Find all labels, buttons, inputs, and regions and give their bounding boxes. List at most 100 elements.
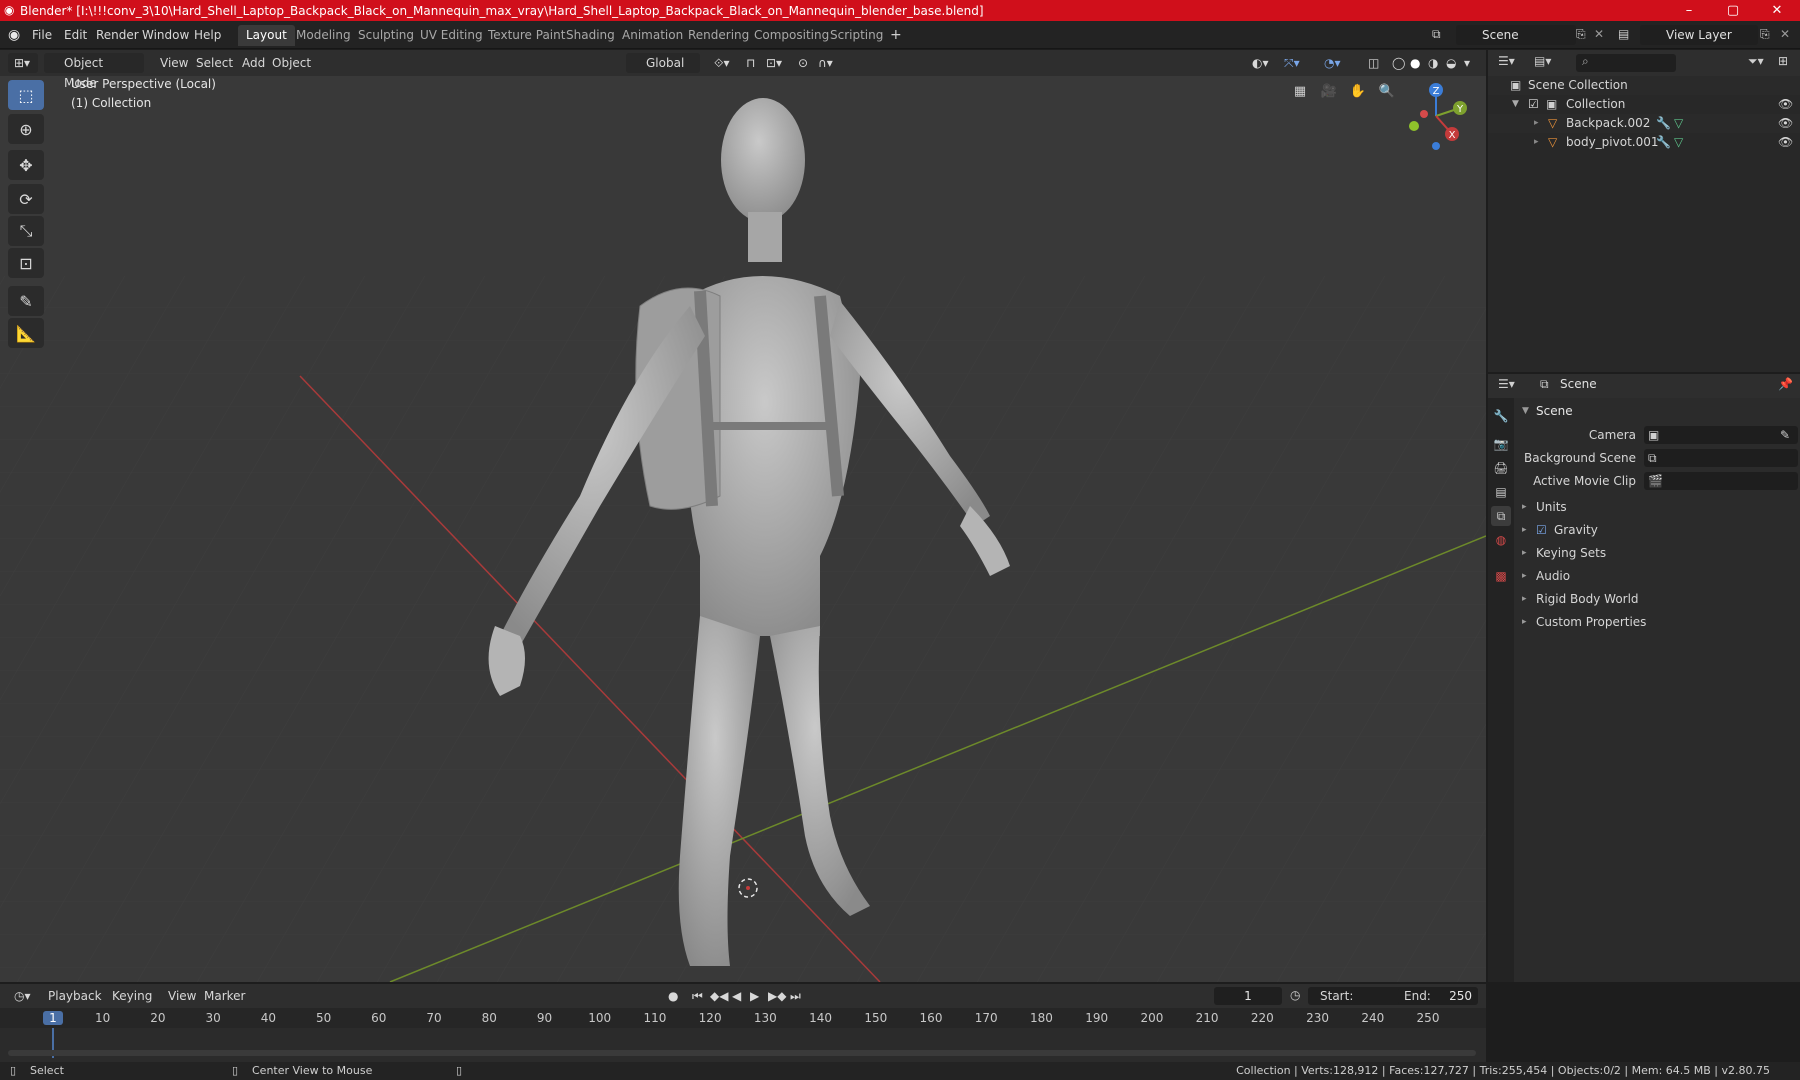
preview-range-icon[interactable]: ◷ [1290,988,1300,1002]
copy-view-layer-icon[interactable]: ⎘ [1760,27,1770,42]
outliner-row-collection[interactable]: ▼ ☑ ▣ Collection 👁 [1488,95,1800,114]
rigid-body-world-panel-header[interactable]: ▸ Rigid Body World [1514,588,1800,610]
new-collection-icon[interactable]: ⊞ [1778,54,1788,68]
menu-file[interactable]: File [28,26,56,44]
outliner-row-object[interactable]: ▸ ▽ Backpack.002 🔧 ▽ 👁 [1488,114,1800,133]
backpack-visibility-icon[interactable]: 👁 [1778,114,1793,133]
record-button-icon[interactable]: ● [662,986,684,1006]
view-layer-tab-icon[interactable]: ▤ [1491,482,1511,502]
maximize-button[interactable]: ▢ [1710,0,1756,21]
snap-icon[interactable]: ⊓ [740,53,761,73]
outliner-filter-icon[interactable]: ⏷▾ [1748,54,1764,69]
scene-selector[interactable]: Scene [1456,25,1576,45]
timeline-menu-marker[interactable]: Marker [198,986,251,1006]
collection-checkbox[interactable]: ☑ [1528,95,1539,114]
minimize-button[interactable]: – [1666,0,1712,21]
gizmo-neg-x[interactable] [1420,110,1428,118]
timeline-scrollbar[interactable] [8,1050,1476,1056]
view-layer-selector[interactable]: View Layer [1640,25,1758,45]
scene-panel-header[interactable]: ▼ Scene [1514,400,1800,422]
cursor-tool-icon[interactable]: ⊕ [8,114,44,144]
editor-type-icon[interactable]: ⊞▾ [8,53,38,73]
viewport-scene-canvas[interactable] [0,76,1486,982]
viewport-menu-object[interactable]: Object [266,53,317,73]
tab-uv-editing[interactable]: UV Editing [412,25,491,46]
transform-orientation-dropdown[interactable]: Global [626,53,700,73]
delete-view-layer-icon[interactable]: ✕ [1780,27,1790,41]
tab-layout[interactable]: Layout [238,25,295,46]
collection-expand-icon[interactable]: ▼ [1512,95,1519,114]
texture-tab-icon[interactable]: ▩ [1491,566,1511,586]
keying-sets-panel-header[interactable]: ▸ Keying Sets [1514,542,1800,564]
gizmo-neg-y[interactable] [1409,121,1419,131]
scale-tool-icon[interactable]: ⤡ [8,216,44,246]
shading-options-icon[interactable]: ▾ [1458,53,1476,73]
outliner-display-mode-icon[interactable]: ▤▾ [1534,54,1551,68]
camera-field[interactable] [1644,426,1798,444]
xray-icon[interactable]: ◫ [1362,53,1385,73]
body-visibility-icon[interactable]: 👁 [1778,133,1793,152]
gizmo-toggle-icon[interactable]: ⤧▾ [1278,53,1306,73]
proportional-edit-icon[interactable]: ⊙ [792,53,814,73]
copy-scene-icon[interactable]: ⎘ [1576,27,1586,42]
viewport-menu-select[interactable]: Select [190,53,239,73]
viewport-menu-view[interactable]: View [154,53,194,73]
outliner-search-input[interactable] [1576,54,1676,72]
tab-scripting[interactable]: Scripting [822,25,891,46]
toggle-ortho-icon[interactable]: ▦ [1288,79,1312,103]
view-layer-icon[interactable]: ▤ [1618,27,1629,41]
menu-edit[interactable]: Edit [60,26,91,44]
annotate-tool-icon[interactable]: ✎ [8,286,44,316]
add-workspace-button[interactable]: + [882,25,910,46]
navigation-gizmo[interactable]: Z Y X [1396,76,1476,156]
render-tab-icon[interactable]: 📷 [1491,434,1511,454]
gizmo-neg-z[interactable] [1432,142,1440,150]
object-mode-dropdown[interactable]: Object Mode [44,53,144,90]
timeline-menu-view[interactable]: View [162,986,202,1006]
falloff-icon[interactable]: ∩▾ [812,53,839,73]
collection-visibility-icon[interactable]: 👁 [1778,95,1793,114]
move-tool-icon[interactable]: ✥ [8,150,44,180]
active-movie-clip-field[interactable] [1644,472,1798,490]
tool-tab-icon[interactable]: 🔧 [1491,406,1511,426]
transform-tool-icon[interactable]: ⊡ [8,248,44,278]
gravity-panel-header[interactable]: ▸ ☑ Gravity [1514,519,1800,541]
timeline-menu-playback[interactable]: Playback [42,986,108,1006]
select-box-tool-icon[interactable]: ⬚ [8,80,44,110]
snap-target-icon[interactable]: ⊡▾ [760,53,788,73]
scene-tab-icon[interactable]: ⧉ [1491,506,1511,526]
properties-editor-type-icon[interactable]: ☰▾ [1498,377,1515,391]
rotate-tool-icon[interactable]: ⟳ [8,184,44,214]
viewport-3d[interactable]: ⊞▾ Object Mode View Select Add Object Gl… [0,50,1486,982]
body-expand-icon[interactable]: ▸ [1534,133,1539,152]
current-frame-field[interactable]: 1 [1214,987,1282,1005]
outliner-editor-type-icon[interactable]: ☰▾ [1498,54,1515,68]
timeline-menu-keying[interactable]: Keying [106,986,158,1006]
outliner-row-scene-collection[interactable]: ▣ Scene Collection [1488,76,1800,95]
world-tab-icon[interactable]: ◍ [1491,530,1511,550]
pivot-point-icon[interactable]: ⟐▾ [708,53,735,73]
delete-scene-icon[interactable]: ✕ [1594,27,1604,41]
output-tab-icon[interactable]: 🖨 [1491,458,1511,478]
menu-render[interactable]: Render [92,26,143,44]
visibility-icon[interactable]: ◐▾ [1246,53,1275,73]
custom-properties-panel-header[interactable]: ▸ Custom Properties [1514,611,1800,633]
backpack-expand-icon[interactable]: ▸ [1534,114,1539,133]
menu-window[interactable]: Window [138,26,193,44]
overlay-toggle-icon[interactable]: ◔▾ [1318,53,1347,73]
pan-view-icon[interactable]: ✋ [1346,79,1370,103]
scene-type-icon[interactable]: ⧉ [1432,27,1441,42]
measure-tool-icon[interactable]: 📐 [8,318,44,348]
eyedropper-icon[interactable]: ✎ [1780,424,1790,446]
timeline-ruler[interactable]: 1 10 20 30 40 50 60 70 80 90 100 110 120 130 140 150 160… [0,1008,1486,1028]
gravity-checkbox[interactable]: ☑ [1536,519,1547,541]
background-scene-field[interactable] [1644,449,1798,467]
outliner-row-object[interactable]: ▸ ▽ body_pivot.001 🔧 ▽ 👁 [1488,133,1800,152]
audio-panel-header[interactable]: ▸ Audio [1514,565,1800,587]
units-panel-header[interactable]: ▸ Units [1514,496,1800,518]
close-button[interactable]: ✕ [1754,0,1800,21]
jump-end-icon[interactable]: ⏭ [784,986,807,1006]
menu-help[interactable]: Help [190,26,225,44]
blender-menu-icon[interactable]: ◉ [8,27,20,43]
pin-icon[interactable]: 📌 [1778,377,1793,391]
